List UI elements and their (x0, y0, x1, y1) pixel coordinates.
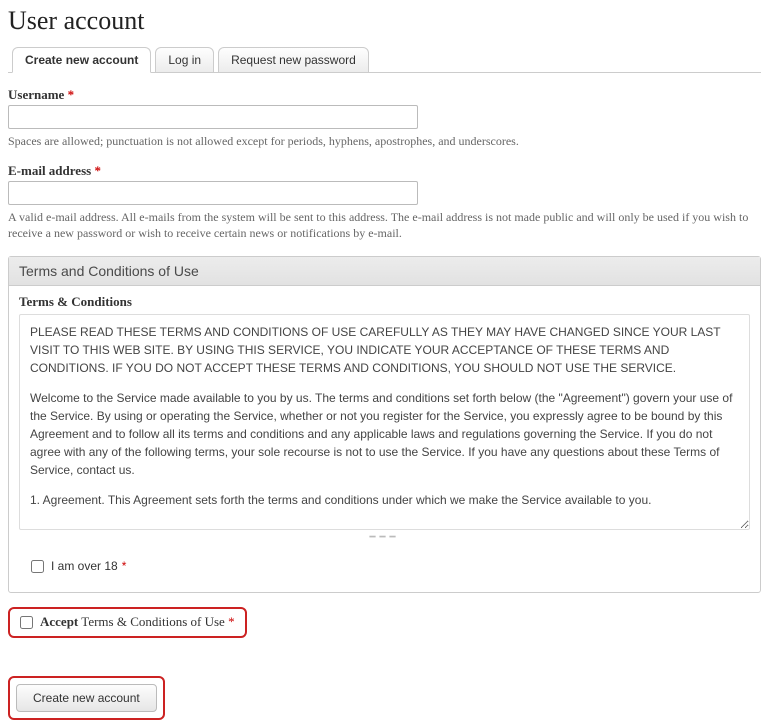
email-input[interactable] (8, 181, 418, 205)
tab-request-password[interactable]: Request new password (218, 47, 369, 73)
terms-textarea[interactable]: PLEASE READ THESE TERMS AND CONDITIONS O… (19, 314, 750, 530)
required-marker: * (68, 87, 75, 102)
accept-highlight: Accept Terms & Conditions of Use * (8, 607, 247, 638)
username-input[interactable] (8, 105, 418, 129)
terms-fieldset: Terms and Conditions of Use Terms & Cond… (8, 256, 761, 593)
terms-para-2: Welcome to the Service made available to… (30, 389, 735, 479)
terms-para-1: PLEASE READ THESE TERMS AND CONDITIONS O… (30, 323, 735, 377)
required-marker: * (94, 163, 101, 178)
tab-log-in[interactable]: Log in (155, 47, 214, 73)
terms-fieldset-title: Terms and Conditions of Use (9, 257, 760, 286)
required-marker: * (122, 559, 127, 573)
email-help: A valid e-mail address. All e-mails from… (8, 209, 761, 241)
tab-create-account[interactable]: Create new account (12, 47, 151, 73)
page-title: User account (8, 6, 761, 36)
submit-highlight: Create new account (8, 676, 165, 720)
username-label: Username * (8, 87, 761, 103)
terms-para-3: 1. Agreement. This Agreement sets forth … (30, 491, 735, 509)
terms-label: Terms & Conditions (19, 294, 750, 310)
accept-terms-checkbox[interactable] (20, 616, 33, 629)
tabs: Create new account Log in Request new pa… (8, 46, 761, 73)
accept-terms-label: Accept Terms & Conditions of Use * (40, 614, 235, 630)
over-18-checkbox[interactable] (31, 560, 44, 573)
create-account-button[interactable]: Create new account (16, 684, 157, 712)
email-label: E-mail address * (8, 163, 761, 179)
username-help: Spaces are allowed; punctuation is not a… (8, 133, 761, 149)
resize-handle-icon[interactable]: ━━━ (19, 532, 750, 543)
over-18-label: I am over 18 (51, 559, 118, 573)
